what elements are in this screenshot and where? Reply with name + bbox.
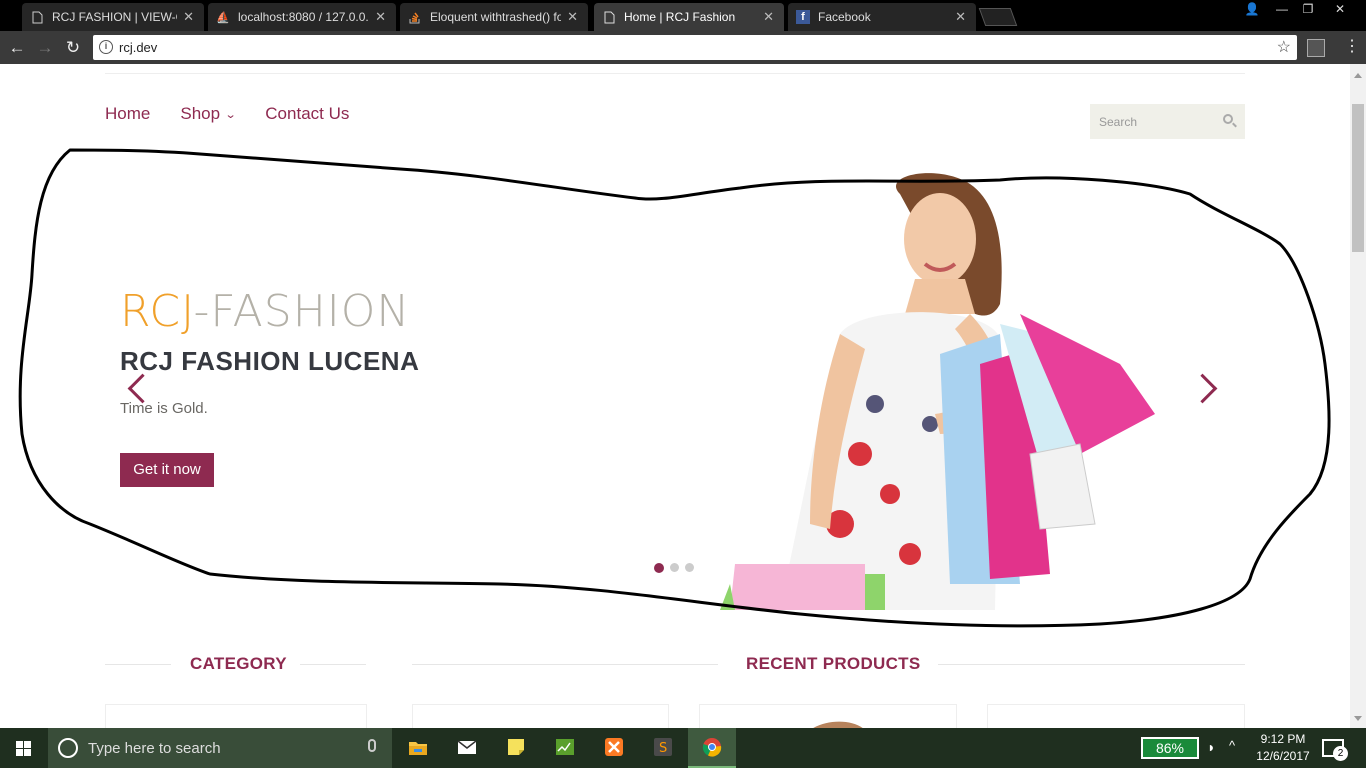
minimize-icon[interactable]: — [1268, 0, 1296, 18]
close-icon[interactable]: ✕ [567, 9, 578, 25]
taskbar-search-placeholder: Type here to search [88, 740, 221, 757]
sticky-notes-icon[interactable] [492, 728, 540, 768]
url-text: rcj.dev [119, 40, 158, 55]
close-icon[interactable]: ✕ [183, 9, 194, 25]
start-button[interactable] [0, 728, 48, 768]
browser-tab-2[interactable]: ⛵ localhost:8080 / 127.0.0.1 ✕ [208, 3, 396, 31]
close-window-icon[interactable]: ✕ [1326, 0, 1354, 18]
menu-icon[interactable]: ⋮ [1344, 36, 1360, 58]
date-text: 12/6/2017 [1256, 749, 1310, 763]
browser-tab-3[interactable]: Eloquent withtrashed() fo ✕ [400, 3, 588, 31]
file-explorer-icon[interactable] [394, 728, 442, 768]
close-icon[interactable]: ✕ [763, 9, 774, 25]
time-text: 9:12 PM [1260, 732, 1306, 746]
bookmark-star-icon[interactable]: ☆ [1277, 37, 1291, 57]
battery-indicator[interactable]: 86% [1141, 737, 1199, 759]
phpmyadmin-icon: ⛵ [216, 11, 230, 24]
reload-icon[interactable]: ↻ [62, 37, 84, 59]
notification-count: 2 [1333, 746, 1348, 761]
task-manager-icon[interactable] [541, 728, 589, 768]
chrome-icon[interactable] [688, 728, 736, 768]
address-bar[interactable]: i rcj.dev ☆ [93, 35, 1297, 60]
scrollbar[interactable] [1350, 64, 1366, 728]
tab-title: Facebook [818, 10, 871, 24]
scroll-down-icon[interactable] [1354, 716, 1362, 725]
action-center-icon[interactable]: 2 [1322, 739, 1348, 761]
extension-icon[interactable] [1307, 39, 1325, 57]
browser-tabstrip: RCJ FASHION | VIEW-CAT ✕ ⛵ localhost:808… [0, 0, 1366, 31]
scrollbar-thumb[interactable] [1352, 104, 1364, 252]
close-icon[interactable]: ✕ [375, 9, 386, 25]
browser-tab-1[interactable]: RCJ FASHION | VIEW-CAT ✕ [22, 3, 204, 31]
page-icon [30, 10, 44, 24]
back-icon[interactable]: ← [6, 37, 28, 59]
hand-drawn-annotation [18, 148, 1331, 628]
profile-icon[interactable]: 👤 [1238, 0, 1266, 18]
network-icon[interactable]: ◗ [1207, 739, 1215, 755]
windows-icon [16, 741, 32, 756]
sublime-text-icon[interactable]: S [639, 728, 687, 768]
facebook-icon: f [796, 10, 810, 24]
clock[interactable]: 9:12 PM 12/6/2017 [1252, 731, 1314, 765]
tab-title: RCJ FASHION | VIEW-CAT [52, 10, 177, 24]
chevron-up-icon[interactable]: ^ [1229, 738, 1235, 753]
browser-tab-5[interactable]: f Facebook ✕ [788, 3, 976, 31]
xampp-icon[interactable] [590, 728, 638, 768]
new-tab-button[interactable] [978, 8, 1018, 26]
restore-icon[interactable]: ❐ [1294, 0, 1322, 18]
info-icon[interactable]: i [99, 40, 113, 54]
taskbar-search-input[interactable]: Type here to search [48, 728, 392, 768]
mail-icon[interactable] [443, 728, 491, 768]
svg-text:S: S [659, 741, 667, 756]
microphone-icon[interactable] [368, 739, 376, 752]
tab-title: Eloquent withtrashed() fo [430, 10, 562, 24]
cortana-icon [58, 738, 78, 758]
stackoverflow-icon [408, 10, 422, 24]
page-icon [602, 10, 616, 24]
browser-tab-4[interactable]: Home | RCJ Fashion ✕ [594, 3, 784, 31]
tab-title: Home | RCJ Fashion [624, 10, 736, 24]
web-page: Home Shop ⌄ Contact Us Search RCJ-FASHIO… [0, 64, 1350, 728]
tab-title: localhost:8080 / 127.0.0.1 [238, 10, 370, 24]
scroll-up-icon[interactable] [1354, 69, 1362, 78]
close-icon[interactable]: ✕ [955, 9, 966, 25]
forward-icon[interactable]: → [34, 37, 56, 59]
